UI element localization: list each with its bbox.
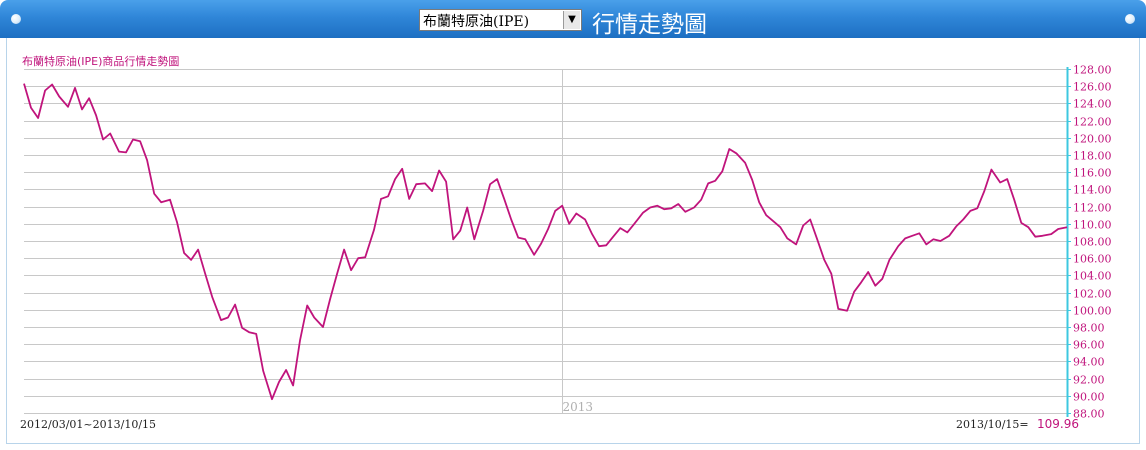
price-chart: 2013 88.0090.0092.0094.0096.0098.00100.0…: [23, 64, 1112, 421]
y-tick-label: 94.00: [1073, 356, 1105, 369]
y-tick-label: 100.00: [1073, 305, 1112, 318]
y-tick-label: 120.00: [1073, 133, 1112, 146]
date-range-label: 2012/03/01~2013/10/15: [20, 418, 157, 431]
y-tick-label: 96.00: [1073, 339, 1105, 352]
y-tick-label: 98.00: [1073, 322, 1105, 335]
year-label: 2013: [563, 400, 594, 414]
y-tick-label: 114.00: [1073, 184, 1112, 197]
y-tick-label: 108.00: [1073, 236, 1112, 249]
y-tick-label: 92.00: [1073, 374, 1105, 387]
last-date-label: 2013/10/15=: [956, 418, 1029, 431]
y-tick-label: 122.00: [1073, 116, 1112, 129]
last-price-value: 109.96: [1037, 417, 1079, 431]
y-tick-label: 90.00: [1073, 391, 1105, 404]
y-tick-label: 128.00: [1073, 64, 1112, 77]
y-tick-label: 110.00: [1073, 219, 1112, 232]
y-tick-label: 126.00: [1073, 81, 1112, 94]
y-tick-label: 118.00: [1073, 150, 1112, 163]
y-tick-label: 124.00: [1073, 98, 1112, 111]
y-tick-label: 116.00: [1073, 167, 1112, 180]
y-tick-label: 112.00: [1073, 202, 1112, 215]
y-tick-label: 102.00: [1073, 288, 1112, 301]
y-tick-label: 104.00: [1073, 270, 1112, 283]
y-tick-label: 106.00: [1073, 253, 1112, 266]
